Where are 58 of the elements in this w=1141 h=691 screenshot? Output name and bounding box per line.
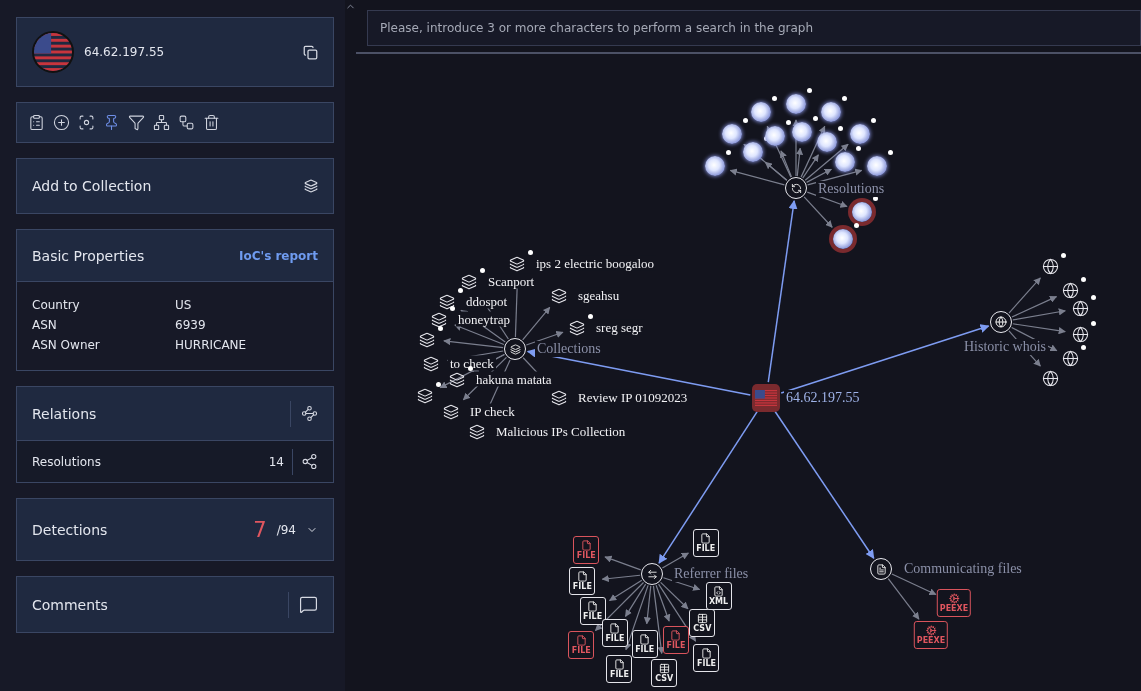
file-node[interactable]: PEEXE <box>913 621 949 649</box>
file-node[interactable]: XML <box>705 581 732 610</box>
file-type-label: CSV <box>655 675 674 684</box>
file-type-label: FILE <box>635 645 655 654</box>
malicious-count: 7 <box>253 517 267 542</box>
file-type-label: FILE <box>576 552 596 561</box>
node-label: Referrer files <box>672 566 751 582</box>
file-type-label: CSV <box>693 624 712 633</box>
ioc-report-link[interactable]: IoC's report <box>238 248 318 263</box>
file-node[interactable]: FILE <box>606 654 633 683</box>
file-node[interactable]: FILE <box>569 567 596 596</box>
file-node[interactable]: PEEXE <box>936 589 972 617</box>
file-node[interactable]: FILE <box>662 625 689 654</box>
relation-count: 14 <box>268 454 284 469</box>
file-type-label: XML <box>708 597 729 606</box>
file-node[interactable]: CSV <box>689 608 716 637</box>
node-label: IP check <box>468 403 517 419</box>
node-label: honeytrap <box>456 311 512 327</box>
property-name: Country <box>32 298 81 312</box>
file-type-label: FILE <box>571 646 591 655</box>
file-type-label: FILE <box>583 613 603 622</box>
search-field[interactable]: Please, introduce 3 or more characters to perform a search in the graph <box>367 10 1141 46</box>
file-node[interactable]: FILE <box>568 630 595 659</box>
section-title: Basic Properties <box>32 247 146 264</box>
file-node[interactable]: FILE <box>693 643 720 672</box>
file-type-label: FILE <box>696 659 716 668</box>
node-label: ddospot <box>464 293 510 309</box>
relation-name: Resolutions <box>32 454 102 469</box>
file-node[interactable]: FILE <box>692 529 719 557</box>
property-value: 6939 <box>175 318 207 332</box>
file-node[interactable]: CSV <box>651 659 678 688</box>
section-title: Comments <box>32 596 109 613</box>
file-type-label: FILE <box>666 641 686 650</box>
file-node[interactable]: FILE <box>573 536 600 565</box>
file-type-label: FILE <box>572 583 592 592</box>
node-label: hakuna matata <box>474 371 554 387</box>
engines-total: /94 <box>276 522 296 537</box>
section-title: Relations <box>32 405 98 422</box>
property-value: HURRICANE <box>175 338 248 352</box>
property-name: ASN Owner <box>32 338 101 352</box>
node-label: Historic whois <box>962 339 1049 355</box>
file-type-label: FILE <box>609 670 629 679</box>
file-node[interactable]: FILE <box>601 619 628 648</box>
file-type-label: PEEXE <box>939 605 969 613</box>
file-type-label: PEEXE <box>916 637 946 645</box>
file-type-label: FILE <box>696 545 716 553</box>
section-title: Detections <box>32 521 109 538</box>
file-node[interactable]: FILE <box>579 597 606 626</box>
node-label: to check <box>448 355 496 371</box>
node-label: Collections <box>535 341 603 357</box>
file-node[interactable]: FILE <box>631 629 658 658</box>
node-label: Resolutions <box>816 181 887 197</box>
ip-address: 64.62.197.55 <box>84 45 166 59</box>
add-to-collection-label: Add to Collection <box>32 178 153 194</box>
property-name: ASN <box>32 318 58 332</box>
property-value: US <box>175 298 193 312</box>
node-label: Communicating files <box>902 561 1024 577</box>
file-type-label: FILE <box>605 635 625 644</box>
